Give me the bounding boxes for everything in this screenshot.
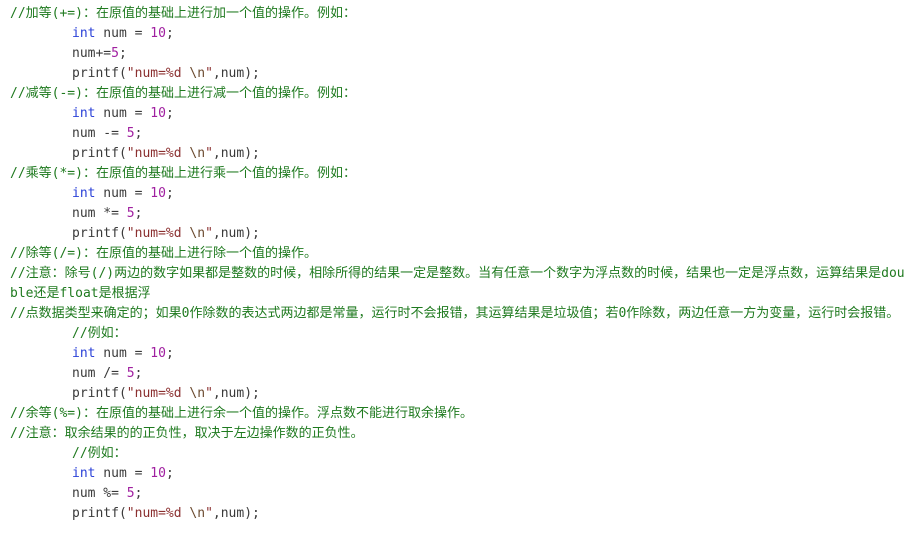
number-token: 5 <box>126 486 135 501</box>
identifier-token: num+= <box>72 46 112 61</box>
identifier-token: printf( <box>72 506 127 521</box>
code-line[interactable]: printf("num=%d \n",num); <box>0 504 909 524</box>
string-token: "num=%d <box>126 226 190 241</box>
comment-token: //注意：除号(/)两边的数字如果都是整数的时候，相除所得的结果一定是整数。当有… <box>10 266 905 301</box>
code-line[interactable]: num *= 5; <box>0 204 909 224</box>
identifier-token: ,num); <box>212 226 260 241</box>
code-editor-pane[interactable]: //加等(+=)：在原值的基础上进行加一个值的操作。例如： int num = 1… <box>0 0 909 549</box>
string-token: "num=%d <box>126 146 190 161</box>
code-comment-line[interactable]: //注意：取余结果的的正负性，取决于左边操作数的正负性。 <box>0 424 909 444</box>
code-comment-line[interactable]: //例如： <box>0 324 909 344</box>
comment-token: //例如： <box>72 446 127 461</box>
identifier-token: printf( <box>72 66 127 81</box>
number-token: 10 <box>150 106 166 121</box>
string-token: " <box>205 226 213 241</box>
string-token: " <box>205 386 213 401</box>
keyword-token: int <box>72 26 96 41</box>
code-comment-line[interactable]: //注意：除号(/)两边的数字如果都是整数的时候，相除所得的结果一定是整数。当有… <box>0 264 909 304</box>
identifier-token: ; <box>165 26 174 41</box>
number-token: 10 <box>150 346 166 361</box>
identifier-token: num /= <box>72 366 127 381</box>
number-token: 5 <box>126 126 135 141</box>
identifier-token: ; <box>165 106 174 121</box>
identifier-token: ,num); <box>212 506 260 521</box>
string-token: "num=%d <box>126 506 190 521</box>
identifier-token: num %= <box>72 486 127 501</box>
code-line[interactable]: int num = 10; <box>0 344 909 364</box>
comment-token: //注意：取余结果的的正负性，取决于左边操作数的正负性。 <box>10 426 364 441</box>
string-token: "num=%d <box>126 66 190 81</box>
escape-token: \n <box>189 386 206 401</box>
number-token: 10 <box>150 186 166 201</box>
identifier-token: num = <box>95 346 151 361</box>
identifier-token: num = <box>95 26 151 41</box>
escape-token: \n <box>189 506 206 521</box>
identifier-token: num = <box>95 466 151 481</box>
identifier-token: printf( <box>72 226 127 241</box>
identifier-token: ,num); <box>212 386 260 401</box>
code-line[interactable]: int num = 10; <box>0 24 909 44</box>
comment-token: //点数据类型来确定的；如果0作除数的表达式两边都是常量，运行时不会报错，其运算… <box>10 306 900 321</box>
keyword-token: int <box>72 466 96 481</box>
identifier-token: printf( <box>72 386 127 401</box>
comment-token: //除等(/=)：在原值的基础上进行除一个值的操作。 <box>10 246 317 261</box>
string-token: " <box>205 506 213 521</box>
code-line[interactable]: num+=5; <box>0 44 909 64</box>
comment-token: //余等(%=)：在原值的基础上进行余一个值的操作。浮点数不能进行取余操作。 <box>10 406 473 421</box>
identifier-token: ; <box>134 366 143 381</box>
escape-token: \n <box>189 66 206 81</box>
number-token: 5 <box>111 46 119 61</box>
code-line[interactable]: printf("num=%d \n",num); <box>0 144 909 164</box>
code-comment-line[interactable]: //减等(-=)：在原值的基础上进行减一个值的操作。例如： <box>0 84 909 104</box>
code-line[interactable]: num /= 5; <box>0 364 909 384</box>
string-token: " <box>205 146 213 161</box>
code-comment-line[interactable]: //乘等(*=)：在原值的基础上进行乘一个值的操作。例如： <box>0 164 909 184</box>
code-line[interactable]: int num = 10; <box>0 184 909 204</box>
code-comment-line[interactable]: //余等(%=)：在原值的基础上进行余一个值的操作。浮点数不能进行取余操作。 <box>0 404 909 424</box>
identifier-token: ,num); <box>212 66 260 81</box>
identifier-token: ; <box>165 346 174 361</box>
string-token: " <box>205 66 213 81</box>
comment-token: //乘等(*=)：在原值的基础上进行乘一个值的操作。例如： <box>10 166 356 181</box>
comment-token: //例如： <box>72 326 127 341</box>
comment-token: //减等(-=)：在原值的基础上进行减一个值的操作。例如： <box>10 86 356 101</box>
number-token: 10 <box>150 466 166 481</box>
identifier-token: ; <box>118 46 127 61</box>
identifier-token: num = <box>95 186 151 201</box>
keyword-token: int <box>72 106 96 121</box>
code-comment-line[interactable]: //点数据类型来确定的；如果0作除数的表达式两边都是常量，运行时不会报错，其运算… <box>0 304 909 324</box>
identifier-token: ; <box>134 206 143 221</box>
identifier-token: num = <box>95 106 151 121</box>
code-line[interactable]: printf("num=%d \n",num); <box>0 224 909 244</box>
code-comment-line[interactable]: //加等(+=)：在原值的基础上进行加一个值的操作。例如： <box>0 4 909 24</box>
identifier-token: printf( <box>72 146 127 161</box>
identifier-token: ; <box>165 186 174 201</box>
code-comment-line[interactable]: //例如： <box>0 444 909 464</box>
code-line[interactable]: int num = 10; <box>0 464 909 484</box>
identifier-token: num -= <box>72 126 127 141</box>
identifier-token: ; <box>165 466 174 481</box>
identifier-token: num *= <box>72 206 127 221</box>
identifier-token: ; <box>134 126 143 141</box>
number-token: 10 <box>150 26 166 41</box>
escape-token: \n <box>189 146 206 161</box>
identifier-token: ; <box>134 486 143 501</box>
identifier-token: ,num); <box>212 146 260 161</box>
keyword-token: int <box>72 346 96 361</box>
string-token: "num=%d <box>126 386 190 401</box>
comment-token: //加等(+=)：在原值的基础上进行加一个值的操作。例如： <box>10 6 356 21</box>
code-comment-line[interactable]: //除等(/=)：在原值的基础上进行除一个值的操作。 <box>0 244 909 264</box>
code-line[interactable]: int num = 10; <box>0 104 909 124</box>
code-line[interactable]: printf("num=%d \n",num); <box>0 384 909 404</box>
number-token: 5 <box>126 206 135 221</box>
code-line[interactable]: printf("num=%d \n",num); <box>0 64 909 84</box>
code-line[interactable]: num -= 5; <box>0 124 909 144</box>
code-line[interactable]: num %= 5; <box>0 484 909 504</box>
number-token: 5 <box>126 366 135 381</box>
escape-token: \n <box>189 226 206 241</box>
keyword-token: int <box>72 186 96 201</box>
